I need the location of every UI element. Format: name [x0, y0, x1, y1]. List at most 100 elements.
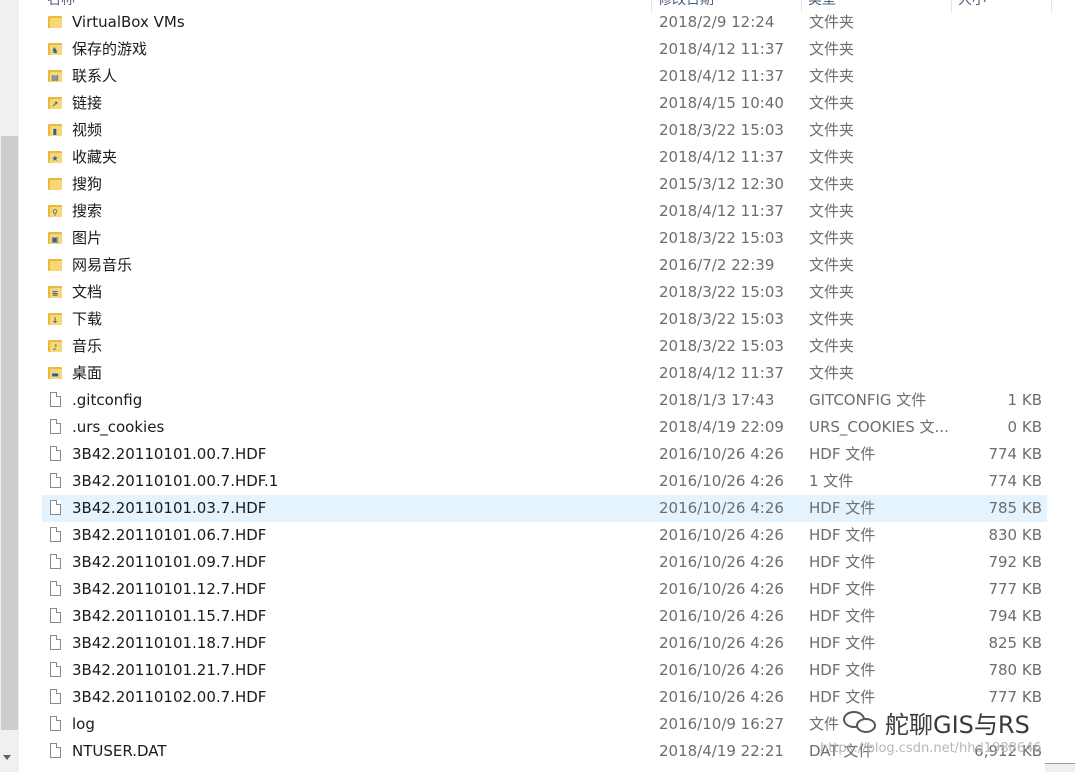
- file-row[interactable]: 3B42.20110101.09.7.HDF 2016/10/26 4:26 HDF…: [42, 549, 1047, 576]
- file-name: 链接: [72, 94, 103, 112]
- file-type: HDF 文件: [809, 661, 876, 679]
- file-row[interactable]: .gitconfig 2018/1/3 17:43 GITCONFIG 文件 1 KB: [42, 387, 1047, 414]
- file-icon: [48, 684, 66, 711]
- file-size: [947, 9, 1042, 36]
- modified-date: 2016/10/26 4:26: [659, 607, 784, 625]
- file-name: 3B42.20110101.06.7.HDF: [72, 526, 267, 544]
- file-type: 文件夹: [809, 310, 855, 328]
- file-name: 3B42.20110101.12.7.HDF: [72, 580, 267, 598]
- file-row[interactable]: 搜狗 2015/3/12 12:30 文件夹: [42, 171, 1047, 198]
- file-icon: [48, 522, 66, 549]
- file-name: 网易音乐: [72, 256, 133, 274]
- file-name: 3B42.20110101.15.7.HDF: [72, 607, 267, 625]
- scrollbar-thumb[interactable]: [1, 136, 18, 730]
- modified-date: 2018/4/19 22:09: [659, 418, 784, 436]
- modified-date: 2018/3/22 15:03: [659, 310, 784, 328]
- modified-date: 2015/3/12 12:30: [659, 175, 784, 193]
- modified-date: 2018/3/22 15:03: [659, 229, 784, 247]
- modified-date: 2018/4/12 11:37: [659, 364, 784, 382]
- file-icon: [48, 495, 66, 522]
- file-type: HDF 文件: [809, 445, 876, 463]
- file-type: HDF 文件: [809, 499, 876, 517]
- column-divider[interactable]: [1051, 0, 1052, 12]
- file-size: [947, 36, 1042, 63]
- file-size: [947, 333, 1042, 360]
- file-size: 777 KB: [988, 580, 1042, 598]
- vertical-scrollbar[interactable]: [0, 0, 19, 772]
- file-type: 文件夹: [809, 121, 855, 139]
- file-explorer-window: 名称 修改日期 类型 大小 VirtualBox VMs 2018/2/9 12:…: [0, 0, 1080, 772]
- file-row[interactable]: ♞ 保存的游戏 2018/4/12 11:37 文件夹: [42, 36, 1047, 63]
- file-size: 774 KB: [988, 445, 1042, 463]
- file-row[interactable]: ★ 收藏夹 2018/4/12 11:37 文件夹: [42, 144, 1047, 171]
- file-size: [947, 90, 1042, 117]
- file-name: log: [72, 715, 95, 733]
- file-type: HDF 文件: [809, 634, 876, 652]
- file-name: 搜索: [72, 202, 103, 220]
- file-type: 文件夹: [809, 202, 855, 220]
- file-name: 下载: [72, 310, 103, 328]
- file-icon: [48, 576, 66, 603]
- file-name: 3B42.20110101.09.7.HDF: [72, 553, 267, 571]
- file-row[interactable]: 3B42.20110101.15.7.HDF 2016/10/26 4:26 HDF…: [42, 603, 1047, 630]
- file-row[interactable]: 3B42.20110101.12.7.HDF 2016/10/26 4:26 HDF…: [42, 576, 1047, 603]
- file-row[interactable]: ▮ 视频 2018/3/22 15:03 文件夹: [42, 117, 1047, 144]
- modified-date: 2016/10/26 4:26: [659, 634, 784, 652]
- file-size: 830 KB: [988, 526, 1042, 544]
- modified-date: 2016/10/26 4:26: [659, 526, 784, 544]
- file-type: 文件夹: [809, 94, 855, 112]
- file-name: 搜狗: [72, 175, 103, 193]
- file-row[interactable]: VirtualBox VMs 2018/2/9 12:24 文件夹: [42, 9, 1047, 36]
- file-icon: [48, 414, 66, 441]
- file-name: 收藏夹: [72, 148, 118, 166]
- file-name: 图片: [72, 229, 103, 247]
- documents-folder-icon: ≡: [48, 279, 66, 306]
- file-row[interactable]: 网易音乐 2016/7/2 22:39 文件夹: [42, 252, 1047, 279]
- file-size: 825 KB: [988, 634, 1042, 652]
- file-size: [947, 117, 1042, 144]
- file-size: [947, 198, 1042, 225]
- watermark-url: https://blog.csdn.net/hhd1988646: [820, 741, 1042, 756]
- pictures-folder-icon: ▣: [48, 225, 66, 252]
- file-row[interactable]: ↓ 下载 2018/3/22 15:03 文件夹: [42, 306, 1047, 333]
- file-row[interactable]: 3B42.20110101.03.7.HDF 2016/10/26 4:26 HDF…: [42, 495, 1047, 522]
- file-row[interactable]: ▤ 联系人 2018/4/12 11:37 文件夹: [42, 63, 1047, 90]
- file-row[interactable]: ▬ 桌面 2018/4/12 11:37 文件夹: [42, 360, 1047, 387]
- file-size: [947, 225, 1042, 252]
- file-row[interactable]: ♪ 音乐 2018/3/22 15:03 文件夹: [42, 333, 1047, 360]
- file-row[interactable]: .urs_cookies 2018/4/19 22:09 URS_COOKIES 文…: [42, 414, 1047, 441]
- file-type: HDF 文件: [809, 553, 876, 571]
- file-icon: [48, 630, 66, 657]
- modified-date: 2018/3/22 15:03: [659, 121, 784, 139]
- modified-date: 2018/3/22 15:03: [659, 283, 784, 301]
- downloads-folder-icon: ↓: [48, 306, 66, 333]
- file-name: 文档: [72, 283, 103, 301]
- modified-date: 2016/7/2 22:39: [659, 256, 775, 274]
- file-size: [947, 306, 1042, 333]
- file-icon: [48, 468, 66, 495]
- file-row[interactable]: 3B42.20110101.21.7.HDF 2016/10/26 4:26 HDF…: [42, 657, 1047, 684]
- file-row[interactable]: ▣ 图片 2018/3/22 15:03 文件夹: [42, 225, 1047, 252]
- file-type: 文件夹: [809, 175, 855, 193]
- modified-date: 2016/10/26 4:26: [659, 688, 784, 706]
- file-row[interactable]: 3B42.20110101.00.7.HDF.1 2016/10/26 4:26 1…: [42, 468, 1047, 495]
- scroll-down-arrow-icon[interactable]: [3, 755, 11, 760]
- file-row[interactable]: ≡ 文档 2018/3/22 15:03 文件夹: [42, 279, 1047, 306]
- file-name: 3B42.20110101.03.7.HDF: [72, 499, 267, 517]
- searches-folder-icon: ⚲: [48, 198, 66, 225]
- file-size: 780 KB: [988, 661, 1042, 679]
- file-row[interactable]: 3B42.20110101.06.7.HDF 2016/10/26 4:26 HDF…: [42, 522, 1047, 549]
- file-type: 文件夹: [809, 40, 855, 58]
- saved-games-folder-icon: ♞: [48, 36, 66, 63]
- file-name: 保存的游戏: [72, 40, 148, 58]
- file-row[interactable]: 3B42.20110101.00.7.HDF 2016/10/26 4:26 HDF…: [42, 441, 1047, 468]
- folder-icon: [48, 171, 66, 198]
- file-row[interactable]: 3B42.20110101.18.7.HDF 2016/10/26 4:26 HDF…: [42, 630, 1047, 657]
- file-row[interactable]: ↗ 链接 2018/4/15 10:40 文件夹: [42, 90, 1047, 117]
- modified-date: 2018/4/12 11:37: [659, 40, 784, 58]
- file-type: HDF 文件: [809, 580, 876, 598]
- file-name: 3B42.20110101.00.7.HDF.1: [72, 472, 279, 490]
- file-type: 文件夹: [809, 148, 855, 166]
- file-type: 文件夹: [809, 67, 855, 85]
- file-row[interactable]: ⚲ 搜索 2018/4/12 11:37 文件夹: [42, 198, 1047, 225]
